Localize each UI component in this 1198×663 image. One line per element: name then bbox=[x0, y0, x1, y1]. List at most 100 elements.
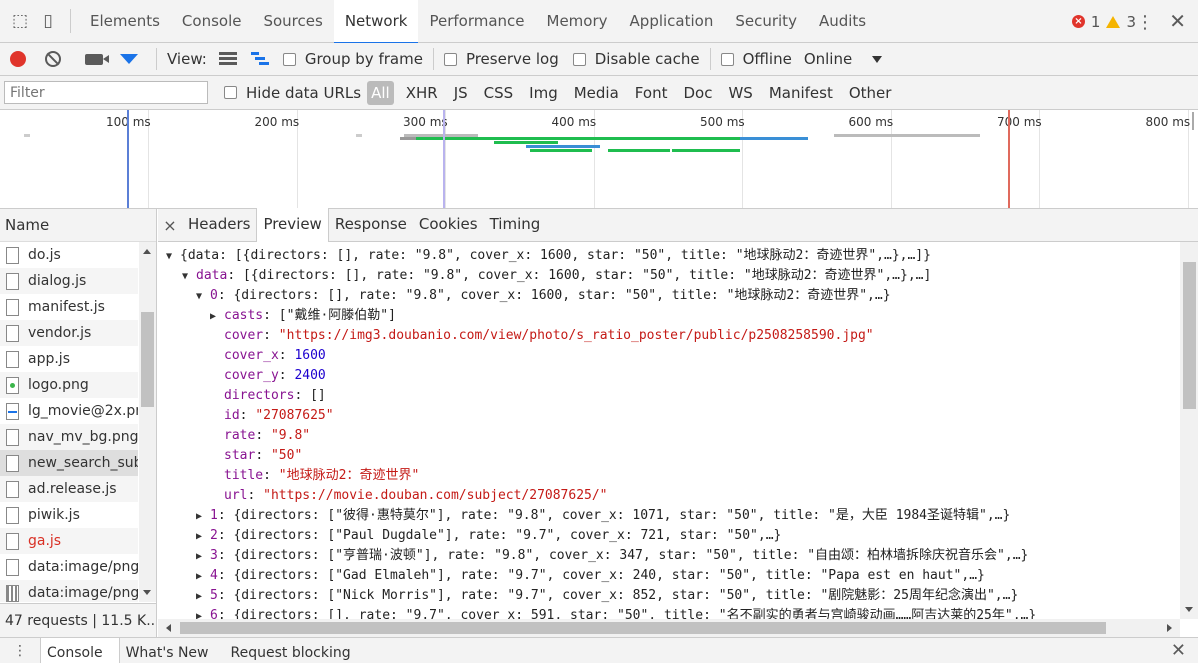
preserve-log-checkbox[interactable]: Preserve log bbox=[443, 50, 559, 68]
tree-node-data[interactable]: ▼ data: [{directors: [], rate: "9.8", cov… bbox=[158, 266, 1180, 286]
close-details-icon[interactable]: × bbox=[158, 216, 182, 235]
inspect-element-icon[interactable]: ⬚ bbox=[6, 7, 34, 35]
expanded-triangle-icon[interactable]: ▼ bbox=[196, 287, 210, 307]
request-row[interactable]: nav_mv_bg.png? bbox=[0, 424, 138, 450]
filter-type-xhr[interactable]: XHR bbox=[398, 84, 446, 102]
offline-checkbox[interactable]: Offline bbox=[720, 50, 792, 68]
tab-elements[interactable]: Elements bbox=[79, 0, 171, 43]
request-row[interactable]: lg_movie@2x.pn bbox=[0, 398, 138, 424]
scroll-down-icon[interactable] bbox=[1185, 607, 1193, 612]
collapsed-triangle-icon[interactable]: ▶ bbox=[196, 507, 210, 527]
request-list-scrollbar[interactable] bbox=[139, 242, 156, 602]
request-row[interactable]: app.js bbox=[0, 346, 138, 372]
checkbox[interactable] bbox=[282, 52, 296, 66]
tab-console[interactable]: Console bbox=[171, 0, 253, 43]
tab-sources[interactable]: Sources bbox=[252, 0, 333, 43]
details-tab-response[interactable]: Response bbox=[329, 208, 413, 241]
tree-node-item[interactable]: ▶ 2: {directors: ["Paul Dugdale"], rate: … bbox=[158, 526, 1180, 546]
request-row[interactable]: dialog.js bbox=[0, 268, 138, 294]
filter-type-media[interactable]: Media bbox=[566, 84, 627, 102]
issue-counts[interactable]: × 1 3 bbox=[1071, 0, 1136, 43]
filter-type-img[interactable]: Img bbox=[521, 84, 566, 102]
tree-root[interactable]: ▼ {data: [{directors: [], rate: "9.8", co… bbox=[158, 246, 1180, 266]
filter-type-doc[interactable]: Doc bbox=[675, 84, 720, 102]
request-row[interactable]: ga.js bbox=[0, 528, 138, 554]
collapsed-triangle-icon[interactable]: ▶ bbox=[196, 587, 210, 607]
details-tab-preview[interactable]: Preview bbox=[256, 208, 329, 242]
record-button[interactable] bbox=[10, 51, 26, 67]
scroll-right-icon[interactable] bbox=[1167, 624, 1172, 632]
filter-type-ws[interactable]: WS bbox=[720, 84, 760, 102]
drawer-tab-what-s-new[interactable]: What's New bbox=[120, 638, 225, 663]
tree-node-item[interactable]: ▶ 5: {directors: ["Nick Morris"], rate: "… bbox=[158, 586, 1180, 606]
details-tab-timing[interactable]: Timing bbox=[484, 208, 547, 241]
timeline-overview[interactable]: 100 ms 200 ms 300 ms 400 ms 500 ms 600 ms 700 … bbox=[0, 110, 1198, 209]
overview-resize-handle[interactable] bbox=[1192, 112, 1194, 130]
preview-vertical-scrollbar[interactable] bbox=[1180, 242, 1198, 619]
request-row[interactable]: do.js bbox=[0, 242, 138, 268]
checkbox[interactable] bbox=[572, 52, 586, 66]
overview-icon[interactable] bbox=[250, 52, 269, 66]
scroll-down-icon[interactable] bbox=[143, 590, 151, 595]
tree-node-item[interactable]: ▶ 3: {directors: ["亨普瑞·波顿"], rate: "9.8",… bbox=[158, 546, 1180, 566]
checkbox[interactable] bbox=[720, 52, 734, 66]
filter-type-all[interactable]: All bbox=[367, 80, 394, 105]
tab-application[interactable]: Application bbox=[619, 0, 725, 43]
scrollbar-thumb[interactable] bbox=[180, 622, 1106, 634]
filter-type-css[interactable]: CSS bbox=[476, 84, 522, 102]
tree-node-item[interactable]: ▶ 4: {directors: ["Gad Elmaleh"], rate: "… bbox=[158, 566, 1180, 586]
drawer-tab-console[interactable]: Console bbox=[40, 637, 120, 663]
request-row[interactable]: data:image/png; bbox=[0, 554, 138, 580]
request-row[interactable]: data:image/png; bbox=[0, 580, 138, 602]
throttling-select[interactable]: Online bbox=[804, 50, 883, 68]
device-toolbar-icon[interactable]: ▯ bbox=[34, 7, 62, 35]
group-by-frame-checkbox[interactable]: Group by frame bbox=[282, 50, 423, 68]
tab-memory[interactable]: Memory bbox=[536, 0, 619, 43]
drawer-tab-request-blocking[interactable]: Request blocking bbox=[225, 638, 367, 663]
checkbox[interactable] bbox=[443, 52, 457, 66]
disable-cache-checkbox[interactable]: Disable cache bbox=[572, 50, 700, 68]
hide-data-urls-checkbox[interactable]: Hide data URLs bbox=[224, 84, 361, 102]
preview-horizontal-scrollbar[interactable] bbox=[158, 619, 1180, 637]
tree-node-casts[interactable]: ▶ casts: ["戴维·阿滕伯勒"] bbox=[158, 306, 1180, 326]
close-drawer-icon[interactable]: ✕ bbox=[1171, 640, 1186, 661]
filter-type-manifest[interactable]: Manifest bbox=[761, 84, 841, 102]
more-options-icon[interactable]: ⋮ bbox=[1136, 12, 1154, 33]
tab-performance[interactable]: Performance bbox=[418, 0, 535, 43]
details-tab-headers[interactable]: Headers bbox=[182, 208, 256, 241]
request-row[interactable]: vendor.js bbox=[0, 320, 138, 346]
filter-type-font[interactable]: Font bbox=[627, 84, 676, 102]
scroll-left-icon[interactable] bbox=[166, 624, 171, 632]
filter-icon[interactable] bbox=[120, 54, 138, 64]
details-tab-cookies[interactable]: Cookies bbox=[413, 208, 484, 241]
filter-type-js[interactable]: JS bbox=[446, 84, 476, 102]
scrollbar-thumb[interactable] bbox=[141, 312, 154, 407]
request-row[interactable]: ad.release.js bbox=[0, 476, 138, 502]
scrollbar-thumb[interactable] bbox=[1183, 262, 1196, 409]
collapsed-triangle-icon[interactable]: ▶ bbox=[196, 547, 210, 567]
large-rows-icon[interactable] bbox=[218, 52, 237, 66]
filter-input[interactable] bbox=[4, 81, 208, 104]
screenshot-camera-icon[interactable] bbox=[85, 53, 109, 65]
request-row[interactable]: manifest.js bbox=[0, 294, 138, 320]
request-row[interactable]: piwik.js bbox=[0, 502, 138, 528]
filter-type-other[interactable]: Other bbox=[841, 84, 900, 102]
tab-audits[interactable]: Audits bbox=[808, 0, 877, 43]
tab-network[interactable]: Network bbox=[333, 0, 419, 44]
request-row[interactable]: logo.png bbox=[0, 372, 138, 398]
checkbox[interactable] bbox=[224, 86, 237, 99]
collapsed-triangle-icon[interactable]: ▶ bbox=[196, 607, 210, 619]
request-row[interactable]: new_search_subj bbox=[0, 450, 138, 476]
collapsed-triangle-icon[interactable]: ▶ bbox=[196, 567, 210, 587]
tree-node-item-0[interactable]: ▼ 0: {directors: [], rate: "9.8", cover_x… bbox=[158, 286, 1180, 306]
close-devtools-icon[interactable]: ✕ bbox=[1169, 9, 1186, 33]
tab-security[interactable]: Security bbox=[724, 0, 808, 43]
clear-icon[interactable] bbox=[45, 51, 61, 67]
drawer-menu-icon[interactable]: ⋮ bbox=[0, 643, 40, 659]
name-column-header[interactable]: Name bbox=[0, 209, 156, 242]
tree-node-item[interactable]: ▶ 6: {directors: [], rate: "9.7", cover_x… bbox=[158, 606, 1180, 619]
collapsed-triangle-icon[interactable]: ▶ bbox=[196, 527, 210, 547]
tree-node-item[interactable]: ▶ 1: {directors: ["彼得·惠特莫尔"], rate: "9.8"… bbox=[158, 506, 1180, 526]
scroll-up-icon[interactable] bbox=[143, 249, 151, 254]
expanded-triangle-icon[interactable]: ▼ bbox=[166, 247, 180, 267]
